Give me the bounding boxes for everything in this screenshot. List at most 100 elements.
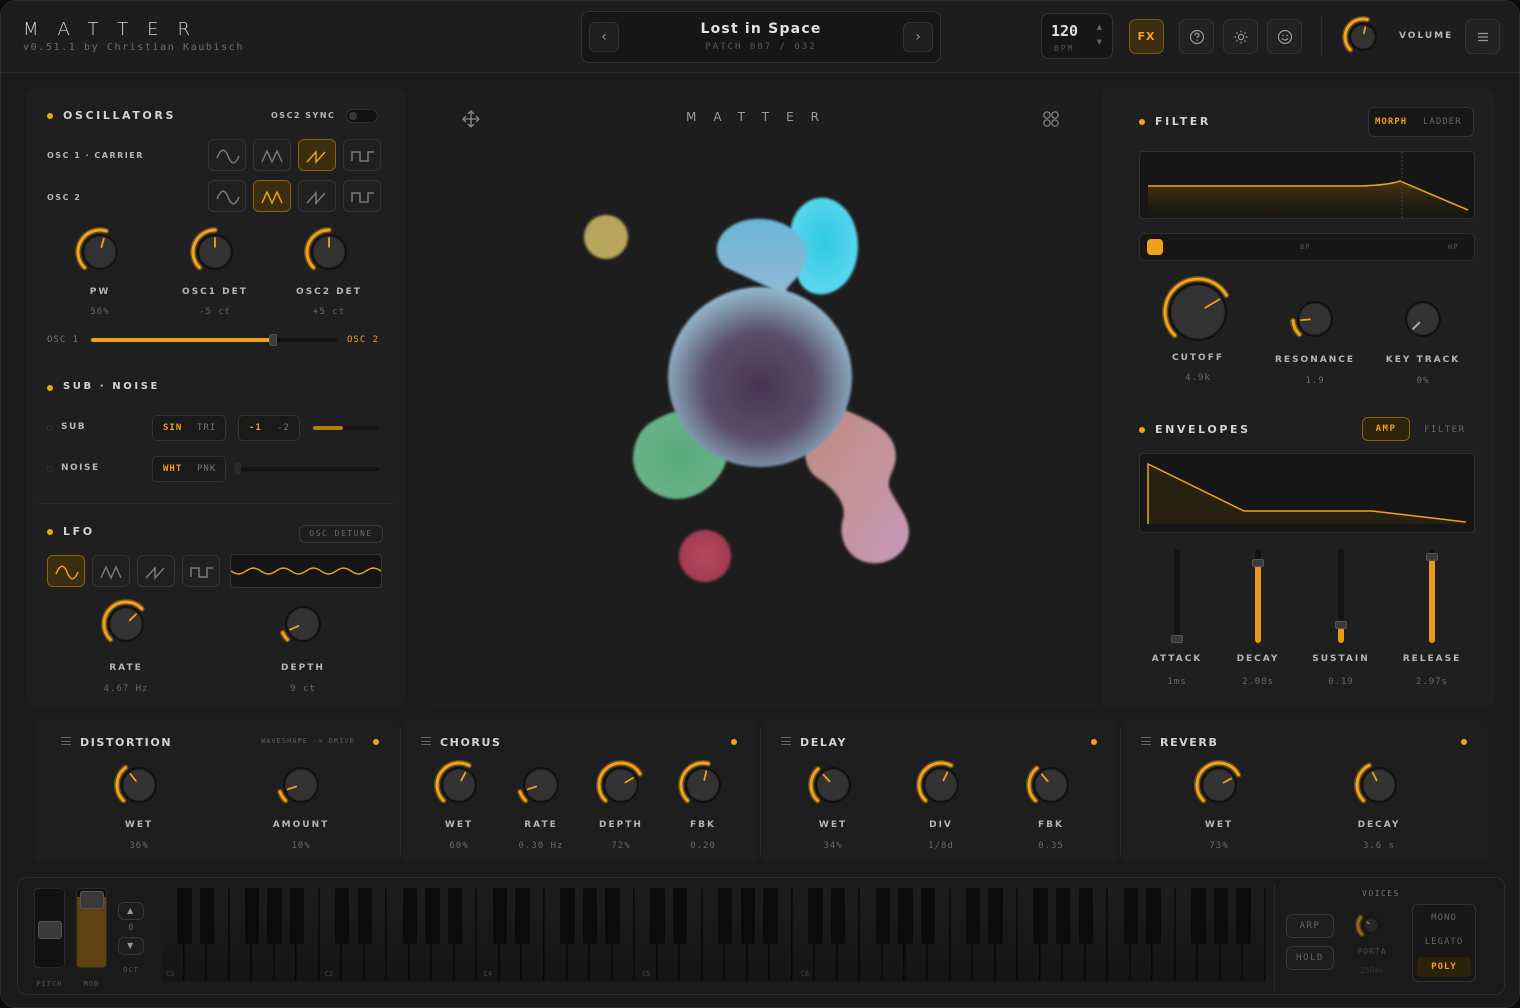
delay-wet-knob[interactable] — [808, 761, 857, 809]
black-key[interactable] — [244, 888, 260, 944]
ladder-option[interactable]: LADDER — [1423, 117, 1462, 127]
fx-button[interactable]: FX — [1129, 19, 1164, 54]
resonance-knob[interactable] — [1290, 295, 1339, 343]
oct-up-button[interactable]: ▲ — [118, 902, 144, 920]
attack-slider[interactable] — [1171, 549, 1183, 643]
osc2-sync-toggle[interactable] — [346, 109, 378, 123]
reverb-enable-led[interactable] — [1461, 739, 1467, 745]
volume-knob[interactable] — [1342, 16, 1383, 57]
distortion-amount-knob[interactable] — [277, 761, 325, 809]
sub-oct-2-option[interactable]: -2 — [277, 423, 290, 433]
chorus-wet-knob[interactable] — [434, 760, 483, 809]
osc1-sine-button[interactable] — [208, 139, 246, 171]
black-key[interactable] — [718, 888, 733, 944]
osc2-triangle-button[interactable] — [253, 180, 291, 212]
bpm-up-icon[interactable]: ▲ — [1097, 23, 1102, 31]
noise-pnk-option[interactable]: PNK — [197, 464, 216, 474]
env-filter-tab[interactable]: FILTER — [1424, 425, 1466, 435]
osc2-det-knob[interactable] — [304, 227, 353, 276]
black-key[interactable] — [763, 888, 778, 944]
lfo-target-button[interactable]: OSC DETUNE — [299, 525, 383, 543]
sub-oct-1-option[interactable]: -1 — [249, 423, 262, 433]
chorus-fbk-knob[interactable] — [678, 760, 727, 809]
bpm-value[interactable]: 120 — [1051, 22, 1078, 40]
osc-mix-slider[interactable] — [91, 334, 337, 346]
chorus-enable-led[interactable] — [731, 739, 737, 745]
voice-mode-selector[interactable]: MONO LEGATO POLY — [1412, 904, 1476, 982]
black-key[interactable] — [740, 888, 755, 944]
reverb-wet-knob[interactable] — [1194, 760, 1243, 809]
black-key[interactable] — [289, 888, 305, 944]
black-key[interactable] — [920, 888, 936, 944]
black-key[interactable] — [515, 888, 530, 944]
theme-button[interactable] — [1223, 19, 1258, 54]
release-slider[interactable] — [1426, 549, 1438, 643]
delay-div-knob[interactable] — [916, 760, 965, 809]
noise-wht-option[interactable]: WHT — [163, 464, 182, 474]
pitch-wheel[interactable] — [34, 888, 65, 968]
cutoff-knob[interactable] — [1162, 276, 1233, 347]
distortion-enable-led[interactable] — [373, 739, 379, 745]
drag-handle-icon[interactable] — [781, 737, 791, 745]
black-key[interactable] — [1033, 888, 1048, 944]
delay-enable-led[interactable] — [1091, 739, 1097, 745]
black-key[interactable] — [425, 888, 440, 944]
sub-led[interactable] — [47, 425, 53, 431]
osc2-sine-button[interactable] — [208, 180, 246, 212]
osc1-triangle-button[interactable] — [253, 139, 291, 171]
osc2-saw-button[interactable] — [298, 180, 336, 212]
drag-handle-icon[interactable] — [61, 737, 71, 745]
black-key[interactable] — [808, 888, 823, 944]
black-key[interactable] — [1236, 888, 1251, 944]
black-key[interactable] — [898, 888, 913, 944]
black-key[interactable] — [357, 888, 372, 944]
black-key[interactable] — [1213, 888, 1229, 944]
lfo-sine-button[interactable] — [47, 555, 85, 587]
osc1-det-knob[interactable] — [190, 227, 239, 276]
black-key[interactable] — [830, 888, 846, 944]
black-key[interactable] — [1078, 888, 1093, 944]
filter-morph-slider[interactable]: BP HP — [1139, 233, 1475, 261]
key-track-knob[interactable] — [1399, 295, 1447, 343]
chorus-rate-knob[interactable] — [517, 761, 565, 809]
black-key[interactable] — [672, 888, 688, 944]
env-amp-tab[interactable]: AMP — [1362, 417, 1410, 441]
noise-led[interactable] — [47, 466, 53, 472]
sub-wave-selector[interactable]: SIN TRI — [152, 415, 226, 441]
voice-poly-option[interactable]: POLY — [1417, 957, 1471, 977]
random-button[interactable] — [1267, 19, 1302, 54]
lfo-depth-knob[interactable] — [279, 600, 327, 648]
next-patch-button[interactable]: › — [903, 22, 933, 52]
black-key[interactable] — [650, 888, 665, 944]
noise-level-slider[interactable] — [235, 463, 379, 475]
drag-handle-icon[interactable] — [421, 737, 431, 745]
lfo-saw-button[interactable] — [137, 555, 175, 587]
osc1-square-button[interactable] — [343, 139, 381, 171]
lfo-triangle-button[interactable] — [92, 555, 130, 587]
sub-sin-option[interactable]: SIN — [163, 423, 182, 433]
black-key[interactable] — [1056, 888, 1071, 944]
porta-knob[interactable] — [1355, 910, 1386, 940]
drag-handle-icon[interactable] — [1141, 737, 1151, 745]
lfo-square-button[interactable] — [182, 555, 220, 587]
piano-keyboard[interactable]: C2 C3 C4 C5 C6 — [162, 888, 1266, 981]
chorus-depth-knob[interactable] — [596, 760, 645, 809]
sub-level-slider[interactable] — [313, 426, 379, 430]
hold-button[interactable]: HOLD — [1286, 946, 1334, 970]
oct-down-button[interactable]: ▼ — [118, 937, 144, 955]
black-key[interactable] — [492, 888, 508, 944]
black-key[interactable] — [965, 888, 981, 944]
lfo-rate-knob[interactable] — [101, 599, 150, 648]
black-key[interactable] — [402, 888, 418, 944]
black-key[interactable] — [335, 888, 350, 944]
black-key[interactable] — [267, 888, 282, 944]
black-key[interactable] — [1123, 888, 1138, 944]
delay-fbk-knob[interactable] — [1026, 761, 1075, 809]
sub-tri-option[interactable]: TRI — [197, 423, 216, 433]
bpm-down-icon[interactable]: ▼ — [1097, 38, 1102, 46]
distortion-wet-knob[interactable] — [114, 761, 163, 809]
mod-wheel[interactable] — [76, 888, 107, 968]
black-key[interactable] — [560, 888, 575, 944]
morph-thumb[interactable] — [1147, 239, 1163, 255]
arp-button[interactable]: ARP — [1286, 914, 1334, 938]
